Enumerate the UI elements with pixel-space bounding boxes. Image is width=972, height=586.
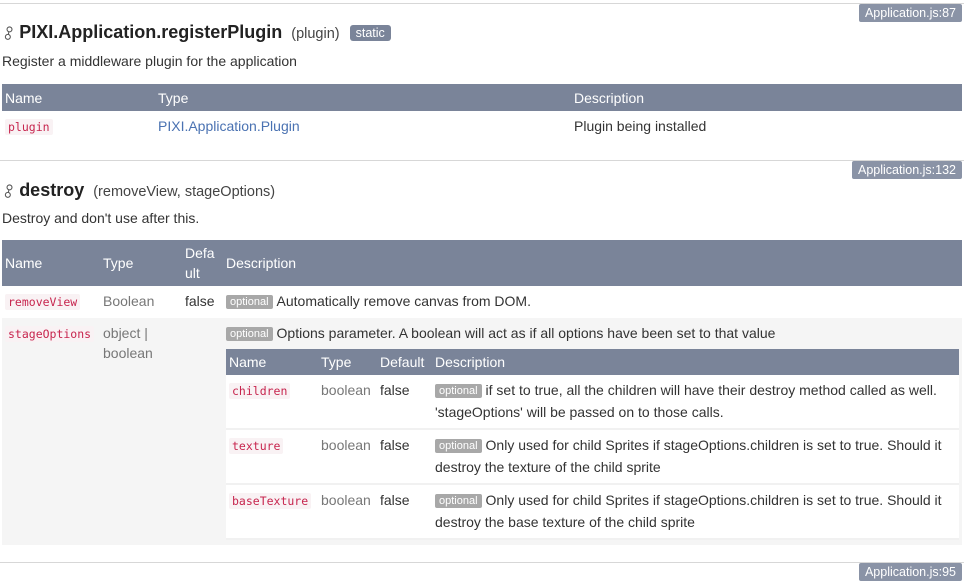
table-row: stageOptions object | boolean optional Op…	[2, 318, 962, 545]
method-params: (removeView, stageOptions)	[93, 184, 276, 200]
optional-badge: optional	[435, 494, 482, 508]
method-description: Register a middleware plugin for the app…	[2, 53, 297, 69]
param-name: texture	[229, 438, 284, 454]
param-type: object | boolean	[100, 318, 182, 545]
method-title: ☍ PIXI.Application.registerPlugin (plugi…	[0, 22, 962, 44]
param-name: baseTexture	[229, 493, 312, 509]
table-header-row: Name Type Description	[2, 84, 962, 111]
section-divider	[0, 3, 964, 4]
param-default: false	[377, 484, 432, 540]
method-description: Destroy and don't use after this.	[2, 210, 200, 226]
method-section-destroy: ☍ destroy (removeView, stageOptions) Des…	[0, 180, 962, 226]
param-description: Options parameter. A boolean will act as…	[276, 325, 776, 341]
static-badge: static	[349, 25, 391, 41]
col-description: Description	[432, 349, 959, 375]
col-default: Defa ult	[182, 240, 223, 286]
param-name: stageOptions	[5, 326, 95, 342]
params-table: Name Type Description plugin PIXI.Applic…	[2, 84, 962, 140]
param-default	[182, 318, 223, 545]
table-header-row: Name Type Defa ult Description	[2, 240, 962, 286]
param-default: false	[377, 429, 432, 485]
col-type: Type	[100, 240, 182, 286]
param-default: false	[182, 286, 223, 318]
col-name: Name	[226, 349, 318, 375]
link-icon[interactable]: ☍	[0, 22, 20, 44]
param-description: Only used for child Sprites if stageOpti…	[435, 492, 942, 530]
table-row: plugin PIXI.Application.Plugin Plugin be…	[2, 111, 962, 140]
table-row: children boolean false optional if set to…	[226, 375, 959, 430]
col-type: Type	[155, 84, 571, 111]
param-description: Automatically remove canvas from DOM.	[276, 293, 531, 309]
param-description: Only used for child Sprites if stageOpti…	[435, 437, 942, 475]
param-description: if set to true, all the children will ha…	[435, 382, 937, 420]
col-type: Type	[318, 349, 377, 375]
method-name: PIXI.Application.registerPlugin	[19, 22, 283, 42]
param-default: false	[377, 375, 432, 430]
method-section-registerPlugin: ☍ PIXI.Application.registerPlugin (plugi…	[0, 22, 962, 69]
link-icon[interactable]: ☍	[0, 180, 20, 202]
method-title: ☍ destroy (removeView, stageOptions)	[0, 180, 962, 202]
params-table: Name Type Defa ult Description removeVie…	[2, 240, 962, 545]
optional-badge: optional	[435, 384, 482, 398]
param-name: removeView	[5, 294, 81, 310]
col-description: Description	[223, 240, 962, 286]
col-name: Name	[2, 240, 100, 286]
col-description: Description	[571, 84, 962, 111]
optional-badge: optional	[435, 439, 482, 453]
param-type: boolean	[318, 484, 377, 540]
param-name: children	[229, 383, 291, 399]
section-divider	[0, 562, 964, 563]
source-link[interactable]: Application.js:87	[858, 4, 962, 22]
col-default: Default	[377, 349, 432, 375]
optional-badge: optional	[226, 327, 273, 341]
table-header-row: Name Type Default Description	[226, 349, 959, 375]
param-description: Plugin being installed	[571, 111, 962, 140]
optional-badge: optional	[226, 295, 273, 309]
param-name: plugin	[5, 118, 53, 135]
param-type: Boolean	[100, 286, 182, 318]
col-name: Name	[2, 84, 155, 111]
method-name: destroy	[19, 180, 85, 200]
table-row: baseTexture boolean false optional Only u…	[226, 484, 959, 540]
source-link[interactable]: Application.js:95	[858, 563, 962, 581]
section-divider	[0, 160, 964, 161]
table-row: removeView Boolean false optional Automat…	[2, 286, 962, 318]
source-link[interactable]: Application.js:132	[852, 161, 962, 179]
table-row: texture boolean false optional Only used …	[226, 429, 959, 485]
param-type: boolean	[318, 375, 377, 430]
nested-params-table: Name Type Default Description children b…	[226, 349, 959, 540]
param-type: boolean	[318, 429, 377, 485]
type-link[interactable]: PIXI.Application.Plugin	[158, 118, 300, 134]
method-params: (plugin)	[291, 26, 340, 42]
